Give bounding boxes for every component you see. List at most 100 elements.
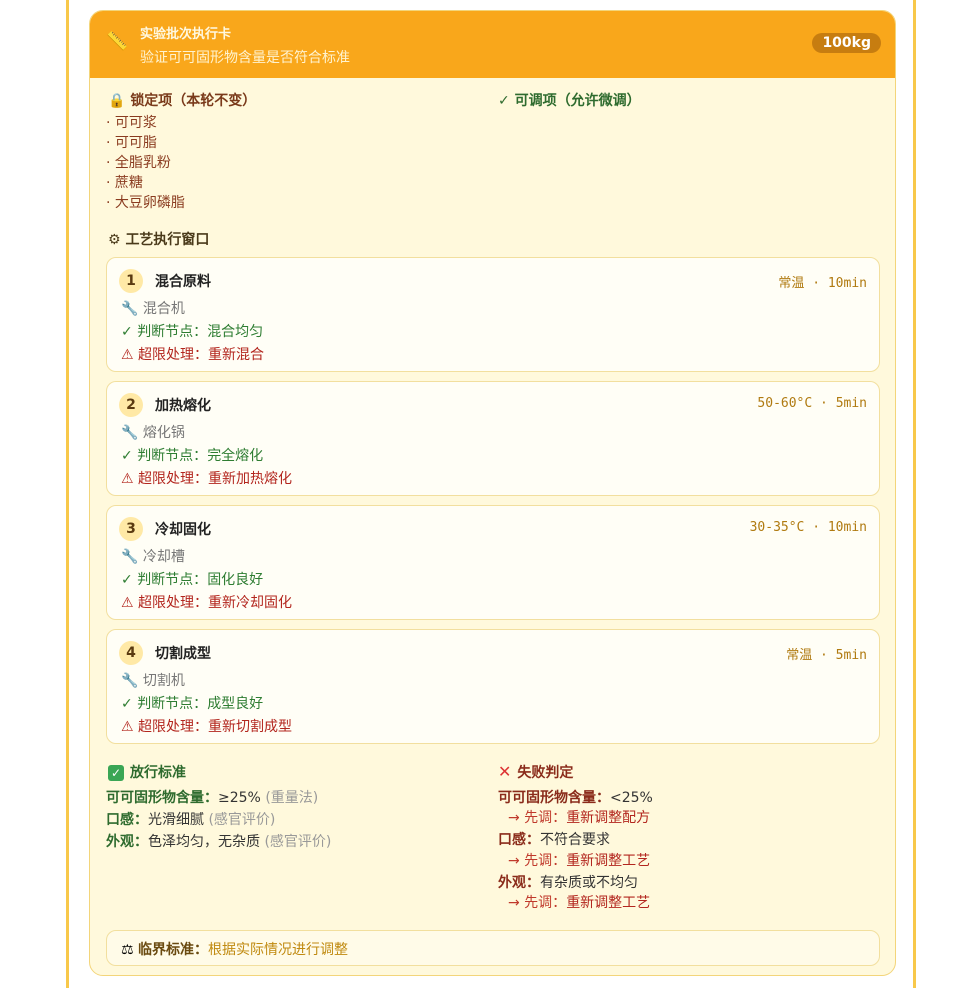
batch-badge: 100kg	[812, 33, 881, 53]
step-overlimit: ⚠ 超限处理：重新混合	[121, 344, 264, 364]
step-overlimit: ⚠ 超限处理：重新加热熔化	[121, 468, 292, 488]
pass-title-text: 放行标准	[130, 765, 186, 781]
over-value: 重新切割成型	[208, 719, 293, 735]
step-condition: 50-60°C · 5min	[757, 396, 867, 411]
fail-action: → 先调：重新调整工艺	[508, 892, 650, 912]
warning-icon: ⚠	[121, 471, 134, 487]
pass-value: ≥25%	[218, 790, 261, 806]
step-name: 加热熔化	[155, 398, 211, 414]
pass-note: (重量法)	[265, 790, 319, 806]
check-label: 判断节点：	[137, 448, 208, 464]
list-item: · 可可浆	[106, 115, 157, 131]
step-name: 混合原料	[155, 274, 211, 290]
step-condition: 常温 · 10min	[778, 276, 867, 291]
check-value: 固化良好	[207, 572, 264, 588]
fail-value: <25%	[610, 790, 653, 806]
step-condition: 30-35°C · 10min	[749, 520, 867, 535]
step-tool: 🔧 切割机	[121, 670, 185, 690]
critical-standard: ⚖ 临界标准：根据实际情况进行调整	[121, 939, 348, 959]
locked-list: · 可可浆 · 可可脂 · 全脂乳粉 · 蔗糖 · 大豆卵磷脂	[106, 113, 185, 213]
pass-value: 色泽均匀，无杂质	[148, 834, 260, 850]
adjustable-section-title: ✓ 可调项（允许微调）	[498, 93, 641, 109]
lock-icon: 🔒	[108, 93, 126, 109]
action-prefix: → 先调：	[508, 810, 567, 826]
step-tool-text: 熔化锅	[142, 425, 185, 441]
fail-title-text: 失败判定	[517, 765, 574, 781]
action-value: 重新调整配方	[566, 810, 651, 826]
over-label: 超限处理：	[138, 471, 209, 487]
check-label: 判断节点：	[137, 572, 208, 588]
step-overlimit: ⚠ 超限处理：重新冷却固化	[121, 592, 292, 612]
step-tool: 🔧 熔化锅	[121, 422, 185, 442]
step-number: 3	[119, 517, 143, 541]
pass-section-title: ✓ 放行标准	[108, 762, 186, 782]
step-name: 切割成型	[155, 646, 211, 662]
wrench-icon: 🔧	[121, 301, 139, 317]
step-tool-text: 冷却槽	[142, 549, 185, 565]
step-condition: 常温 · 5min	[786, 648, 867, 663]
checkbox-icon: ✓	[108, 765, 124, 781]
step-tool: 🔧 冷却槽	[121, 546, 185, 566]
fail-value: 不符合要求	[540, 832, 610, 848]
step-check: ✓ 判断节点：混合均匀	[121, 324, 264, 340]
pass-note: (感官评价)	[264, 834, 332, 850]
list-item: · 蔗糖	[106, 175, 143, 191]
over-value: 重新混合	[208, 347, 265, 363]
fail-label: 口感：	[498, 832, 540, 848]
list-item: · 可可脂	[106, 135, 157, 151]
pass-label: 外观：	[106, 834, 148, 850]
step-tool: 🔧 混合机	[121, 298, 185, 318]
check-value: 成型良好	[207, 696, 264, 712]
list-item: · 全脂乳粉	[106, 155, 171, 171]
locked-title-text: 锁定项（本轮不变）	[130, 93, 257, 109]
step-check: ✓ 判断节点：成型良好	[121, 696, 264, 712]
step-number: 2	[119, 393, 143, 417]
check-label: 判断节点：	[137, 696, 208, 712]
over-label: 超限处理：	[138, 347, 209, 363]
card-subtitle: 验证可可固形物含量是否符合标准	[140, 50, 350, 66]
card-title: 实验批次执行卡	[140, 27, 232, 42]
process-step: 4 切割成型 常温 · 5min 🔧 切割机 ✓ 判断节点：成型良好 ⚠ 超限处…	[106, 629, 880, 744]
fail-action: → 先调：重新调整工艺	[508, 850, 650, 870]
wrench-icon: 🔧	[121, 549, 139, 565]
warning-icon: ⚠	[121, 347, 134, 363]
scale-icon: ⚖	[121, 942, 134, 958]
action-prefix: → 先调：	[508, 895, 567, 911]
critical-value: 根据实际情况进行调整	[208, 942, 349, 958]
cross-icon: ✕	[498, 762, 512, 781]
critical-standard-box: ⚖ 临界标准：根据实际情况进行调整	[106, 930, 880, 966]
action-prefix: → 先调：	[508, 853, 567, 869]
gear-icon: ⚙	[108, 232, 121, 248]
pass-row: 口感：光滑细腻 (感官评价)	[106, 809, 275, 829]
action-value: 重新调整工艺	[566, 853, 651, 869]
step-tool-text: 切割机	[142, 673, 185, 689]
card-header: 📏 实验批次执行卡 验证可可固形物含量是否符合标准 100kg	[90, 11, 895, 78]
process-title-text: 工艺执行窗口	[125, 232, 210, 248]
over-label: 超限处理：	[138, 719, 209, 735]
process-step: 3 冷却固化 30-35°C · 10min 🔧 冷却槽 ✓ 判断节点：固化良好…	[106, 505, 880, 620]
check-value: 混合均匀	[207, 324, 264, 340]
ruler-icon: 📏	[106, 31, 129, 52]
over-value: 重新加热熔化	[208, 471, 293, 487]
fail-label: 外观：	[498, 875, 540, 891]
process-step: 2 加热熔化 50-60°C · 5min 🔧 熔化锅 ✓ 判断节点：完全熔化 …	[106, 381, 880, 496]
step-check: ✓ 判断节点：完全熔化	[121, 448, 264, 464]
step-check: ✓ 判断节点：固化良好	[121, 572, 264, 588]
check-label: 判断节点：	[137, 324, 208, 340]
warning-icon: ⚠	[121, 595, 134, 611]
step-number: 1	[119, 269, 143, 293]
fail-row: 口感：不符合要求	[498, 829, 610, 849]
check-value: 完全熔化	[207, 448, 264, 464]
step-tool-text: 混合机	[142, 301, 185, 317]
pass-label: 口感：	[106, 812, 148, 828]
locked-section-title: 🔒 锁定项（本轮不变）	[108, 90, 256, 110]
pass-value: 光滑细腻	[148, 812, 204, 828]
action-value: 重新调整工艺	[566, 895, 651, 911]
list-item: · 大豆卵磷脂	[106, 195, 185, 211]
step-overlimit: ⚠ 超限处理：重新切割成型	[121, 716, 292, 736]
pass-row: 外观：色泽均匀，无杂质 (感官评价)	[106, 831, 331, 851]
step-number: 4	[119, 641, 143, 665]
critical-label: 临界标准：	[138, 942, 209, 958]
fail-row: 外观：有杂质或不均匀	[498, 872, 638, 892]
pass-row: 可可固形物含量：≥25% (重量法)	[106, 787, 318, 807]
